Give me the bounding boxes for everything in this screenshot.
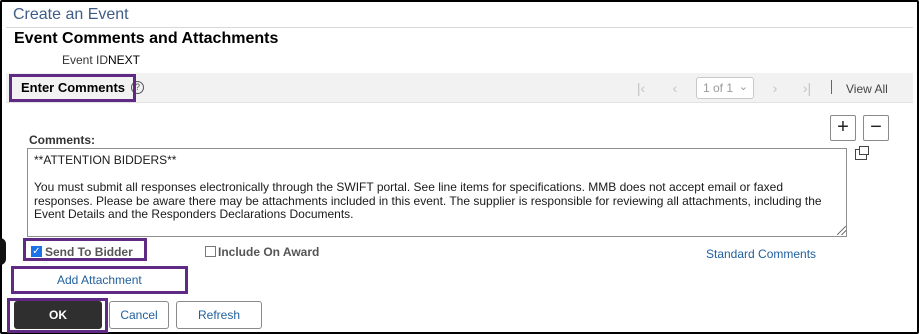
include-on-award-label: Include On Award bbox=[218, 245, 320, 259]
delete-row-button[interactable]: − bbox=[863, 115, 889, 141]
expand-icon[interactable] bbox=[855, 146, 869, 160]
page-selector-value: 1 of 1 bbox=[703, 81, 734, 95]
highlight-add-attachment bbox=[11, 266, 188, 294]
view-all-link[interactable]: View All bbox=[846, 82, 888, 96]
comments-label: Comments: bbox=[29, 133, 96, 147]
first-page-icon[interactable]: |‹ bbox=[634, 80, 648, 96]
include-on-award-checkbox[interactable] bbox=[205, 246, 216, 257]
highlight-ok-button bbox=[7, 298, 108, 333]
highlight-send-to-bidder bbox=[23, 238, 147, 261]
event-id-label: Event ID bbox=[62, 53, 109, 67]
page-title: Create an Event bbox=[13, 6, 129, 23]
refresh-button[interactable]: Refresh bbox=[176, 301, 262, 329]
page-selector[interactable]: 1 of 1 ⌄ bbox=[696, 77, 754, 99]
event-id-value: NEXT bbox=[108, 53, 141, 67]
last-page-icon[interactable]: ›| bbox=[800, 80, 814, 96]
standard-comments-link[interactable]: Standard Comments bbox=[706, 247, 816, 261]
title-divider bbox=[6, 27, 913, 28]
add-row-button[interactable]: + bbox=[830, 115, 856, 141]
previous-icon[interactable]: ‹ bbox=[668, 80, 682, 96]
chevron-down-icon: ⌄ bbox=[738, 81, 748, 93]
next-icon[interactable]: › bbox=[768, 80, 782, 96]
section-title: Event Comments and Attachments bbox=[14, 30, 279, 47]
comments-textarea[interactable]: **ATTENTION BIDDERS** You must submit al… bbox=[27, 148, 847, 237]
toolbar-separator bbox=[831, 80, 832, 94]
left-edge-marker bbox=[0, 238, 6, 265]
cancel-button[interactable]: Cancel bbox=[109, 301, 169, 329]
resize-handle-icon[interactable] bbox=[837, 226, 846, 235]
highlight-enter-comments bbox=[9, 74, 136, 102]
